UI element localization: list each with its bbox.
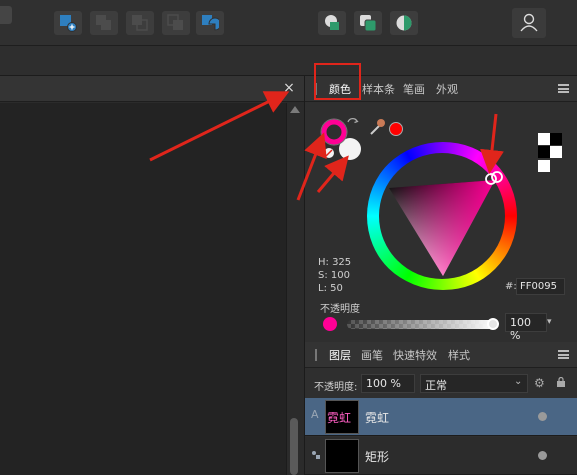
layer-name[interactable]: 霓虹	[365, 409, 389, 426]
tab-brushes[interactable]: 画笔	[361, 347, 383, 363]
black-swatch[interactable]	[538, 146, 550, 158]
scroll-up-arrow-icon[interactable]	[290, 106, 300, 113]
opacity-slider-knob[interactable]	[487, 318, 499, 330]
boolean-add-button[interactable]	[90, 11, 118, 35]
shape-tool-icon	[325, 15, 339, 30]
user-account-button[interactable]	[512, 8, 546, 38]
hsl-color-wheel[interactable]	[366, 142, 520, 290]
main-toolbar	[0, 0, 577, 46]
panel-grip-icon[interactable]	[315, 349, 317, 361]
tab-quick-fx[interactable]: 快速特效	[393, 347, 437, 363]
settings-gear-icon[interactable]: ⚙	[534, 376, 545, 390]
swap-colors-icon[interactable]	[346, 117, 360, 131]
saturation-value: S: 100	[318, 270, 350, 281]
panel-menu-icon[interactable]	[558, 84, 569, 93]
opacity-color-swatch	[323, 317, 337, 331]
chevron-down-icon[interactable]: ⌄	[514, 376, 522, 387]
text-layer-type-icon: A	[311, 408, 319, 421]
boolean-divide-button[interactable]	[196, 11, 224, 35]
hex-label: #:	[505, 281, 517, 292]
blend-mode-select[interactable]: 正常	[420, 374, 528, 393]
boolean-intersect-button[interactable]	[162, 11, 190, 35]
layer-name[interactable]: 矩形	[365, 448, 389, 465]
black-swatch[interactable]	[550, 133, 562, 145]
close-document-button[interactable]: ×	[282, 80, 296, 96]
lock-icon[interactable]	[557, 377, 565, 387]
boolean-add-icon	[96, 15, 111, 30]
chevron-down-icon[interactable]: ▾	[547, 313, 559, 332]
layer-visibility-toggle[interactable]	[538, 451, 547, 460]
layer-row[interactable]: A 霓虹 霓虹	[305, 398, 577, 436]
boolean-divide-icon	[202, 15, 219, 31]
layer-thumbnail-text: 霓虹	[327, 411, 352, 425]
add-document-icon	[60, 15, 77, 32]
document-canvas[interactable]	[0, 103, 286, 475]
opacity-label: 不透明度	[320, 304, 360, 315]
panel-menu-icon[interactable]	[558, 350, 569, 359]
shape-tool-icon	[360, 15, 377, 32]
eyedropper-icon[interactable]	[368, 117, 388, 137]
document-tab-bar	[0, 76, 304, 102]
white-swatch[interactable]	[538, 133, 550, 145]
boolean-subtract-button[interactable]	[126, 11, 154, 35]
layer-thumbnail: 霓虹	[325, 400, 359, 434]
tab-layers[interactable]: 图层	[329, 347, 351, 363]
layer-thumbnail	[325, 439, 359, 473]
shape-tool-icon	[396, 15, 412, 31]
hex-input[interactable]: FF0095	[516, 278, 565, 295]
layer-visibility-toggle[interactable]	[538, 412, 547, 421]
white-swatch[interactable]	[550, 146, 562, 158]
context-toolbar-handle[interactable]	[0, 6, 12, 24]
layer-row[interactable]: 矩形	[305, 437, 577, 475]
layers-panel-tabs: 图层 画笔 快速特效 样式	[305, 342, 577, 368]
opacity-slider[interactable]	[347, 320, 495, 329]
boolean-subtract-icon	[132, 15, 148, 31]
picked-color-swatch[interactable]	[389, 122, 403, 136]
annotation-highlight-box	[314, 63, 361, 100]
layer-opacity-field[interactable]: 100 %	[361, 374, 415, 393]
boolean-intersect-icon	[167, 14, 183, 30]
shape-tool-button-2[interactable]	[354, 11, 382, 35]
canvas-scroll-thumb[interactable]	[290, 418, 298, 475]
opacity-value-field[interactable]: 100 %	[505, 313, 547, 342]
add-document-button[interactable]	[54, 11, 82, 35]
tab-swatches[interactable]: 样本条	[362, 81, 395, 97]
lightness-value: L: 50	[318, 283, 343, 294]
shape-tool-button-3[interactable]	[390, 11, 418, 35]
context-toolbar	[0, 46, 577, 76]
shape-layer-type-icon	[312, 451, 320, 459]
layer-opacity-label: 不透明度:	[314, 382, 358, 393]
hue-value: H: 325	[318, 257, 352, 268]
tab-appearance[interactable]: 外观	[436, 81, 458, 97]
white-swatch[interactable]	[538, 160, 550, 172]
user-icon	[520, 13, 538, 32]
tab-stroke[interactable]: 笔画	[403, 81, 425, 97]
shape-tool-button-1[interactable]	[318, 11, 346, 35]
tab-styles[interactable]: 样式	[448, 347, 470, 363]
